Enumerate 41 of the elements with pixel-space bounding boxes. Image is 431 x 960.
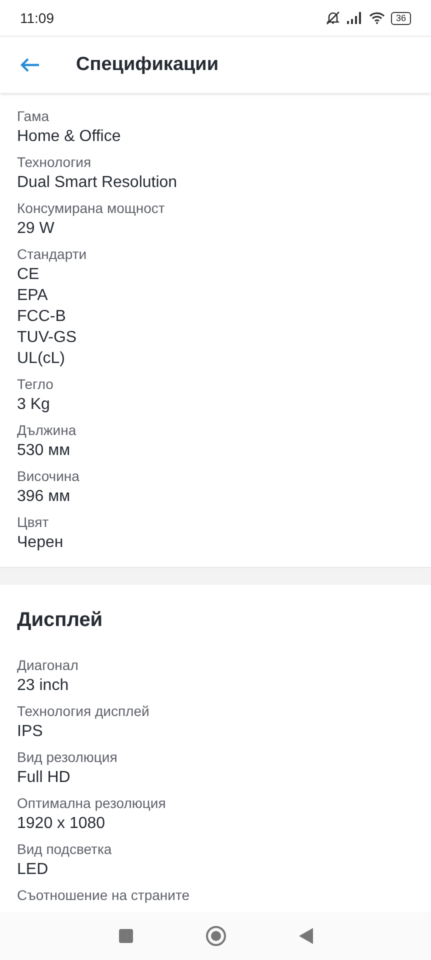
spec-value: Home & Office xyxy=(17,127,122,147)
signal-icon xyxy=(346,12,363,24)
spec-label: Диагонал xyxy=(17,656,80,675)
spec-label: Стандарти xyxy=(17,245,88,264)
spec-label: Вид резолюция xyxy=(17,748,118,767)
home-icon[interactable] xyxy=(204,925,226,947)
section-title: Дисплей xyxy=(17,608,104,633)
recents-icon[interactable] xyxy=(118,929,132,943)
status-time: 11:09 xyxy=(20,10,54,26)
spec-label: Вид подсветка xyxy=(17,840,113,859)
spec-label: Тегло xyxy=(17,375,54,394)
spec-label: Технология xyxy=(17,153,92,172)
spec-value: UL(cL) xyxy=(17,349,66,369)
spec-value: FCC-B xyxy=(17,307,67,327)
battery-level: 36 xyxy=(390,12,411,24)
spec-value: 29 W xyxy=(17,219,56,239)
spec-label: Цвят xyxy=(17,513,50,532)
spec-value: EPA xyxy=(17,286,49,306)
spec-value: 396 мм xyxy=(17,487,72,507)
mute-icon xyxy=(324,11,341,25)
spec-value: 23 inch xyxy=(17,676,70,696)
spec-value: CE xyxy=(17,265,40,285)
spec-value: Dual Smart Resolution xyxy=(17,173,178,193)
back-icon[interactable] xyxy=(298,928,312,944)
page-title: Спецификации xyxy=(76,54,219,76)
spec-label: Оптимална резолюция xyxy=(17,794,167,813)
spec-value: 530 мм xyxy=(17,441,72,461)
spec-label: Гама xyxy=(17,107,50,126)
spec-label: Консумирана мощност xyxy=(17,199,166,218)
spec-value: IPS xyxy=(17,722,44,742)
spec-label: Височина xyxy=(17,467,80,486)
spec-value: 3 Kg xyxy=(17,395,51,415)
spec-value: Full HD xyxy=(17,768,72,788)
wifi-icon xyxy=(368,12,385,24)
spec-label: Технология дисплей xyxy=(17,702,150,721)
spec-value: LED xyxy=(17,860,50,880)
spec-value: 1920 x 1080 xyxy=(17,814,106,834)
spec-label: Съотношение на страните xyxy=(17,886,190,905)
spec-value: TUV-GS xyxy=(17,328,78,348)
spec-value: Черен xyxy=(17,533,64,553)
spec-label: Дължина xyxy=(17,421,78,440)
